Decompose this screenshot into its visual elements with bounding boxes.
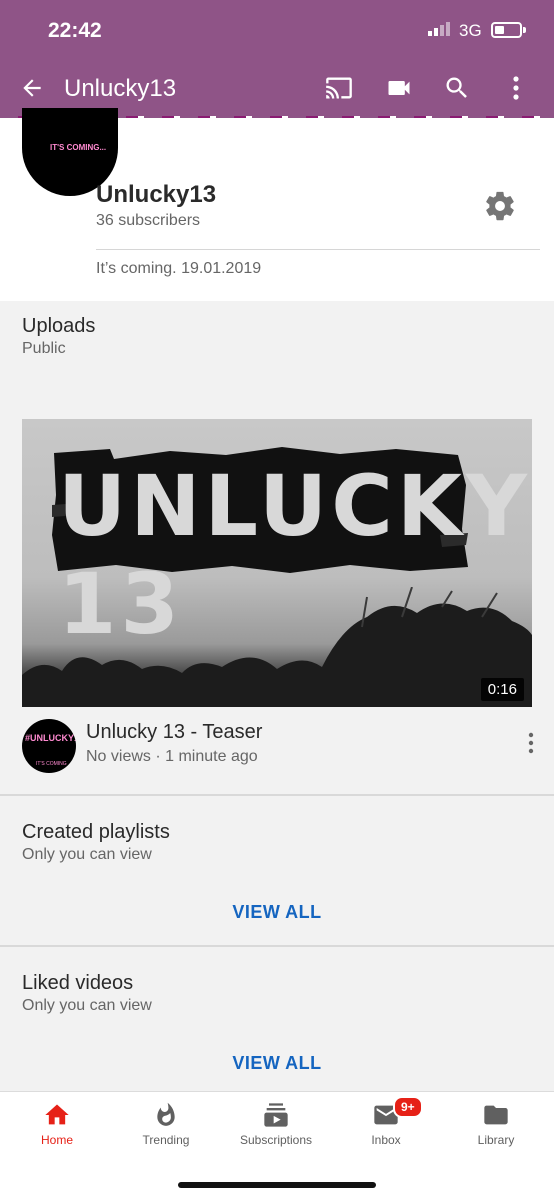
cast-button[interactable] xyxy=(321,70,357,106)
video-more-button[interactable] xyxy=(522,731,540,755)
channel-description: It’s coming. 19.01.2019 xyxy=(96,260,262,277)
inbox-badge: 9+ xyxy=(393,1096,423,1118)
app-bar-title: Unlucky13 xyxy=(64,75,177,102)
avatar-small-text: #UNLUCKY13 xyxy=(25,733,76,743)
nav-library[interactable]: Library xyxy=(441,1100,551,1147)
more-vertical-icon xyxy=(513,76,519,100)
folder-icon xyxy=(484,1105,508,1125)
search-icon xyxy=(446,77,467,98)
gear-icon xyxy=(486,191,514,221)
uploads-subtitle: Public xyxy=(22,340,66,357)
header-divider xyxy=(96,249,540,250)
nav-label-home: Home xyxy=(40,1133,73,1147)
uploads-section: Uploads Public UNLUCKY 13 0:16 #UNLUCKY1… xyxy=(0,301,554,794)
playlists-section: Created playlists Only you can view VIEW… xyxy=(0,796,554,945)
thumbnail-trees xyxy=(22,587,532,707)
battery-icon xyxy=(491,22,526,38)
nav-inbox[interactable]: 9+ Inbox xyxy=(331,1096,441,1147)
liked-videos-section: Liked videos Only you can view VIEW ALL xyxy=(0,947,554,1091)
home-icon xyxy=(45,1104,69,1125)
cast-icon xyxy=(326,77,352,99)
upload-video-button[interactable] xyxy=(381,70,417,106)
channel-header: IT'S COMING... Unlucky13 36 subscribers … xyxy=(0,108,554,301)
back-button[interactable] xyxy=(14,70,50,106)
video-thumbnail[interactable]: UNLUCKY 13 0:16 xyxy=(22,419,532,707)
nav-label-inbox: Inbox xyxy=(371,1133,401,1147)
playlists-view-all-button[interactable]: VIEW ALL xyxy=(0,902,554,923)
playlists-subtitle: Only you can view xyxy=(22,846,152,863)
avatar-small-subtext: IT'S COMING xyxy=(36,761,67,767)
more-vertical-icon xyxy=(528,732,534,754)
video-channel-avatar[interactable]: #UNLUCKY13 IT'S COMING xyxy=(22,719,76,773)
search-button[interactable] xyxy=(439,70,475,106)
nav-home[interactable]: Home xyxy=(2,1100,112,1147)
nav-label-library: Library xyxy=(477,1133,515,1147)
flame-icon xyxy=(157,1102,175,1126)
liked-subtitle: Only you can view xyxy=(22,997,152,1014)
status-bar: 22:42 3G xyxy=(0,0,554,58)
video-meta: No views · 1 minute ago xyxy=(86,748,258,765)
arrow-left-icon xyxy=(23,79,41,97)
channel-settings-button[interactable] xyxy=(483,189,517,223)
subscriptions-icon xyxy=(264,1103,288,1127)
nav-trending[interactable]: Trending xyxy=(111,1100,221,1147)
signal-icon xyxy=(428,21,450,36)
home-indicator[interactable] xyxy=(178,1182,376,1188)
liked-view-all-button[interactable]: VIEW ALL xyxy=(0,1053,554,1074)
network-type: 3G xyxy=(459,21,482,40)
uploads-title: Uploads xyxy=(22,315,96,337)
more-options-button[interactable] xyxy=(498,70,534,106)
playlists-title: Created playlists xyxy=(22,821,170,843)
status-time: 22:42 xyxy=(48,19,102,42)
nav-label-trending: Trending xyxy=(142,1133,190,1147)
subscriber-count: 36 subscribers xyxy=(96,212,201,229)
nav-label-subscriptions: Subscriptions xyxy=(239,1133,313,1147)
avatar-text: IT'S COMING... xyxy=(50,143,107,152)
channel-name: Unlucky13 xyxy=(96,181,217,208)
liked-title: Liked videos xyxy=(22,972,134,994)
video-camera-icon xyxy=(388,81,410,95)
video-duration: 0:16 xyxy=(480,678,524,701)
nav-subscriptions[interactable]: Subscriptions xyxy=(221,1100,331,1147)
video-title[interactable]: Unlucky 13 - Teaser xyxy=(86,721,262,744)
